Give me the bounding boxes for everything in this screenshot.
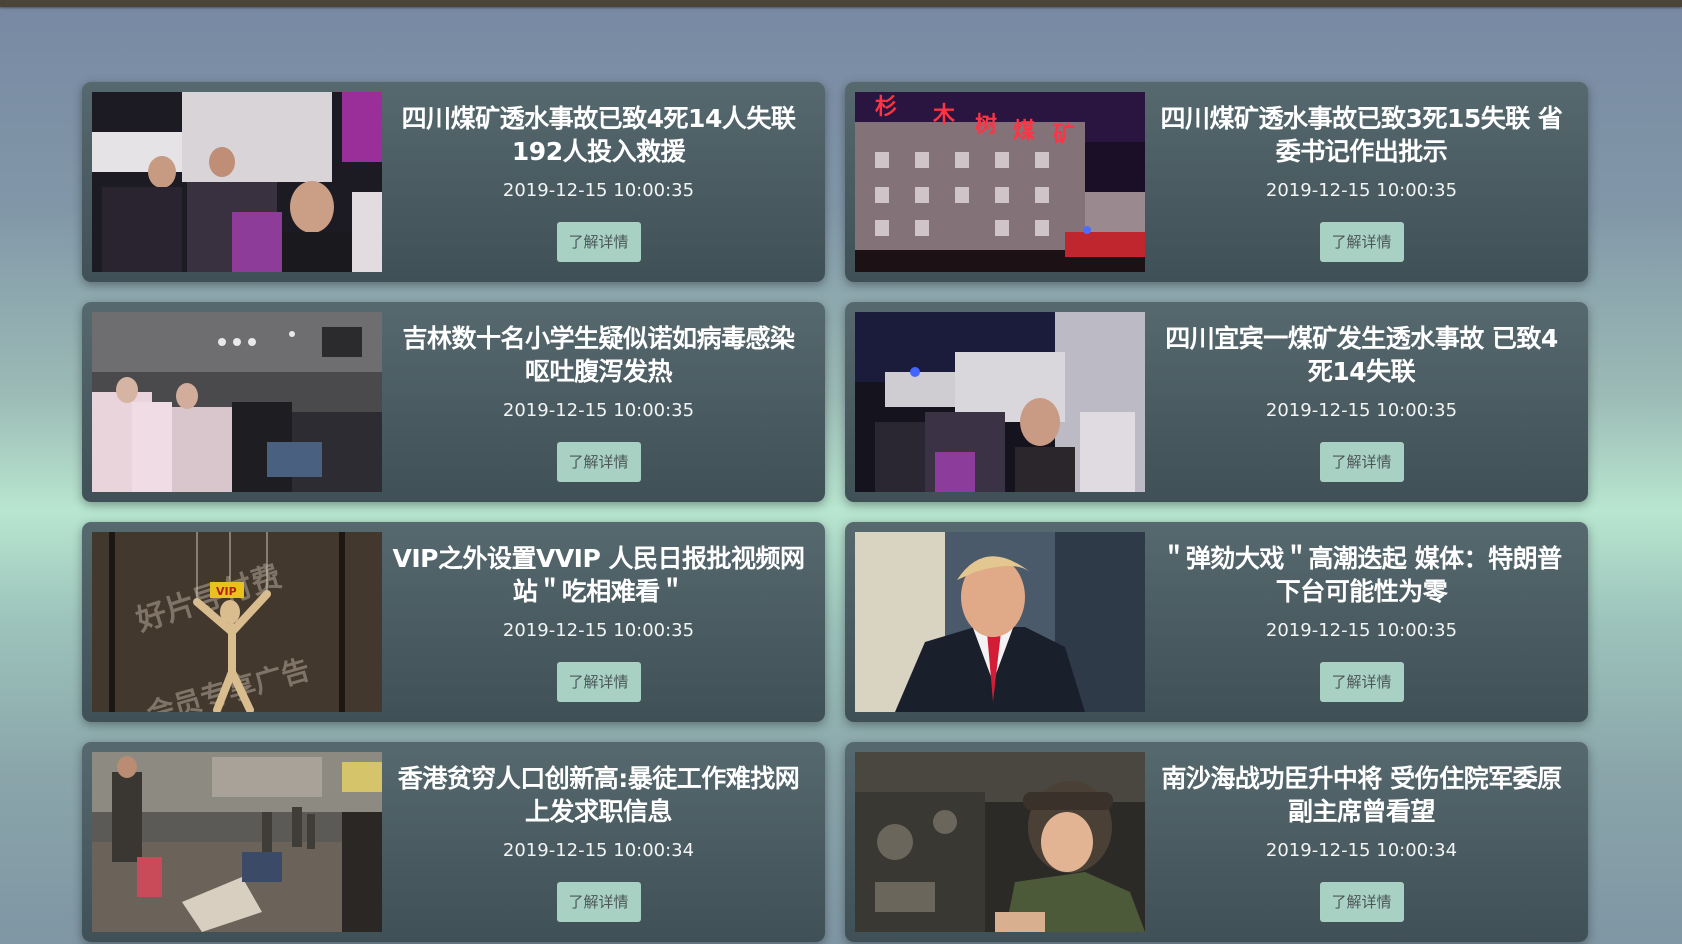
details-button[interactable]: 了解详情 bbox=[556, 442, 641, 482]
news-grid: 四川煤矿透水事故已致4死14人失联 192人投入救援 2019-12-15 10… bbox=[82, 82, 1588, 942]
news-thumbnail[interactable] bbox=[855, 312, 1145, 492]
news-thumbnail[interactable] bbox=[855, 532, 1145, 712]
sign-char: 杉 bbox=[875, 94, 897, 120]
details-button[interactable]: 了解详情 bbox=[1319, 662, 1404, 702]
hospital-crowd-photo bbox=[92, 312, 382, 492]
news-info: 香港贫穷人口创新高:暴徒工作难找网上发求职信息 2019-12-15 10:00… bbox=[382, 752, 815, 932]
news-title[interactable]: 四川煤矿透水事故已致4死14人失联 192人投入救援 bbox=[392, 102, 805, 170]
news-thumbnail[interactable] bbox=[855, 752, 1145, 932]
rescue-scene-photo bbox=[855, 312, 1145, 492]
details-button[interactable]: 了解详情 bbox=[556, 222, 641, 262]
news-card: 四川宜宾一煤矿发生透水事故 已致4死14失联 2019-12-15 10:00:… bbox=[845, 302, 1588, 502]
news-thumbnail[interactable]: 好片导付费 会员专享广告 VIP bbox=[92, 532, 382, 712]
sign-char: 木 bbox=[932, 103, 956, 128]
news-card: ＂弹劾大戏＂高潮迭起 媒体：特朗普下台可能性为零 2019-12-15 10:0… bbox=[845, 522, 1588, 722]
news-card: 杉 木 树 煤 矿 四川煤矿透水事故已致3死15失联 省委书记作出批示 2019… bbox=[845, 82, 1588, 282]
sign-char: 树 bbox=[975, 112, 997, 138]
news-info: 四川煤矿透水事故已致3死15失联 省委书记作出批示 2019-12-15 10:… bbox=[1145, 92, 1578, 272]
news-date: 2019-12-15 10:00:35 bbox=[1265, 620, 1458, 641]
news-card: 香港贫穷人口创新高:暴徒工作难找网上发求职信息 2019-12-15 10:00… bbox=[82, 742, 825, 942]
news-date: 2019-12-15 10:00:35 bbox=[1265, 180, 1458, 201]
details-button[interactable]: 了解详情 bbox=[556, 662, 641, 702]
news-info: VIP之外设置VVIP 人民日报批视频网站＂吃相难看＂ 2019-12-15 1… bbox=[382, 532, 815, 712]
news-card: 吉林数十名小学生疑似诺如病毒感染 呕吐腹泻发热 2019-12-15 10:00… bbox=[82, 302, 825, 502]
puppet-vip-photo: 好片导付费 会员专享广告 VIP bbox=[92, 532, 382, 712]
tank-crew-photo bbox=[855, 752, 1145, 932]
details-button[interactable]: 了解详情 bbox=[556, 882, 641, 922]
news-title[interactable]: 吉林数十名小学生疑似诺如病毒感染 呕吐腹泻发热 bbox=[392, 322, 805, 390]
news-info: 南沙海战功臣升中将 受伤住院军委原副主席曾看望 2019-12-15 10:00… bbox=[1145, 752, 1578, 932]
news-thumbnail[interactable] bbox=[92, 752, 382, 932]
news-date: 2019-12-15 10:00:35 bbox=[1265, 400, 1458, 421]
news-date: 2019-12-15 10:00:35 bbox=[502, 620, 695, 641]
details-button[interactable]: 了解详情 bbox=[1319, 442, 1404, 482]
news-thumbnail[interactable]: 杉 木 树 煤 矿 bbox=[855, 92, 1145, 272]
news-title[interactable]: 香港贫穷人口创新高:暴徒工作难找网上发求职信息 bbox=[392, 762, 805, 830]
news-info: 四川煤矿透水事故已致4死14人失联 192人投入救援 2019-12-15 10… bbox=[382, 92, 815, 272]
coal-mine-building-night-photo: 杉 木 树 煤 矿 bbox=[855, 92, 1145, 272]
news-thumbnail[interactable] bbox=[92, 92, 382, 272]
news-title[interactable]: 四川煤矿透水事故已致3死15失联 省委书记作出批示 bbox=[1155, 102, 1568, 170]
news-thumbnail[interactable] bbox=[92, 312, 382, 492]
rescue-crowd-photo bbox=[92, 92, 382, 272]
details-button[interactable]: 了解详情 bbox=[1319, 882, 1404, 922]
sign-char: 矿 bbox=[1053, 122, 1075, 148]
news-date: 2019-12-15 10:00:35 bbox=[502, 400, 695, 421]
news-date: 2019-12-15 10:00:34 bbox=[1265, 840, 1458, 861]
news-date: 2019-12-15 10:00:35 bbox=[502, 180, 695, 201]
photo-text: VIP bbox=[216, 585, 237, 598]
street-scene-photo bbox=[92, 752, 382, 932]
news-card: 南沙海战功臣升中将 受伤住院军委原副主席曾看望 2019-12-15 10:00… bbox=[845, 742, 1588, 942]
news-title[interactable]: ＂弹劾大戏＂高潮迭起 媒体：特朗普下台可能性为零 bbox=[1155, 542, 1568, 610]
news-title[interactable]: 南沙海战功臣升中将 受伤住院军委原副主席曾看望 bbox=[1155, 762, 1568, 830]
sign-char: 煤 bbox=[1013, 118, 1035, 144]
news-title[interactable]: VIP之外设置VVIP 人民日报批视频网站＂吃相难看＂ bbox=[392, 542, 806, 610]
news-date: 2019-12-15 10:00:34 bbox=[502, 840, 695, 861]
news-card: 好片导付费 会员专享广告 VIP VIP之外设置VVIP 人民日报批视频网站＂吃… bbox=[82, 522, 825, 722]
news-info: ＂弹劾大戏＂高潮迭起 媒体：特朗普下台可能性为零 2019-12-15 10:0… bbox=[1145, 532, 1578, 712]
details-button[interactable]: 了解详情 bbox=[1319, 222, 1404, 262]
top-bar bbox=[0, 0, 1682, 7]
news-card: 四川煤矿透水事故已致4死14人失联 192人投入救援 2019-12-15 10… bbox=[82, 82, 825, 282]
politician-portrait-photo bbox=[855, 532, 1145, 712]
news-info: 吉林数十名小学生疑似诺如病毒感染 呕吐腹泻发热 2019-12-15 10:00… bbox=[382, 312, 815, 492]
news-info: 四川宜宾一煤矿发生透水事故 已致4死14失联 2019-12-15 10:00:… bbox=[1145, 312, 1578, 492]
news-title[interactable]: 四川宜宾一煤矿发生透水事故 已致4死14失联 bbox=[1155, 322, 1568, 390]
